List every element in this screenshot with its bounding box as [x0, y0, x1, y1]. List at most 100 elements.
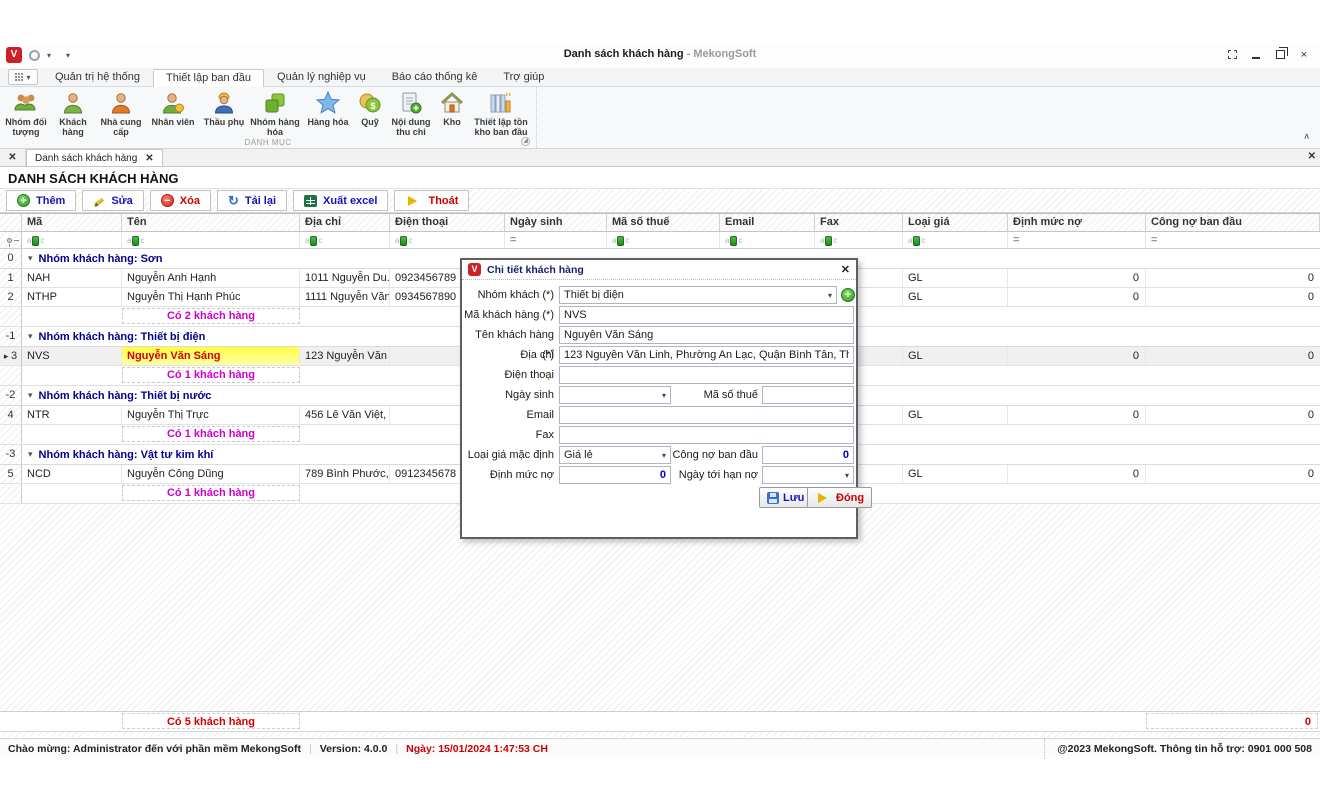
- dialog-title-bar[interactable]: V Chi tiết khách hàng ✕: [462, 260, 856, 280]
- tax-code-field[interactable]: [762, 386, 854, 404]
- row-indicator: 2: [0, 288, 22, 306]
- page-title: DANH SÁCH KHÁCH HÀNG: [0, 167, 1320, 188]
- field-label-email: Email: [462, 405, 554, 425]
- filter-ten[interactable]: [122, 232, 300, 248]
- total-summary: Có 5 khách hàng: [122, 713, 300, 729]
- ribbon-item-hang-hoa[interactable]: Hàng hóa: [302, 89, 354, 128]
- export-excel-button[interactable]: Xuất excel: [293, 190, 388, 211]
- cell-ma: NTHP: [22, 288, 122, 306]
- delete-button[interactable]: −Xóa: [150, 190, 211, 211]
- text-filter-icon: [612, 233, 629, 248]
- tab-close-icon[interactable]: ✕: [145, 153, 153, 164]
- column-header-fax[interactable]: Fax: [815, 214, 903, 231]
- collapse-triangle-icon[interactable]: ▾: [28, 390, 33, 401]
- customer-code-field[interactable]: [559, 306, 854, 324]
- close-button[interactable]: ×: [1298, 49, 1310, 60]
- fax-field[interactable]: [559, 426, 854, 444]
- phone-field[interactable]: [559, 366, 854, 384]
- ribbon-item-kho[interactable]: Kho: [436, 89, 468, 128]
- minimize-button[interactable]: [1250, 49, 1262, 60]
- equals-filter-icon: [510, 234, 516, 246]
- grid-bottom-edge: [0, 732, 1320, 737]
- cell-ten: Nguyễn Thị Hạnh Phúc: [122, 288, 300, 306]
- tab-strip-close-icon[interactable]: ✕: [1308, 151, 1316, 162]
- due-date-combo[interactable]: ▾: [762, 466, 854, 484]
- initial-debt-field[interactable]: [762, 446, 854, 464]
- fullscreen-button[interactable]: [1226, 49, 1238, 60]
- cell-cong-no: 0: [1146, 269, 1320, 287]
- group-dialog-launcher-icon[interactable]: ◢: [521, 137, 530, 146]
- filter-email[interactable]: [720, 232, 815, 248]
- equals-filter-icon: [1013, 234, 1019, 246]
- tab-bao-cao-thong-ke[interactable]: Báo cáo thống kê: [379, 68, 491, 86]
- customer-detail-dialog: V Chi tiết khách hàng ✕ Nhóm khách (*) T…: [460, 258, 858, 539]
- tab-quan-ly-nghiep-vu[interactable]: Quản lý nghiệp vụ: [264, 68, 379, 86]
- tab-quan-tri-he-thong[interactable]: Quản trị hệ thống: [42, 68, 153, 86]
- restore-button[interactable]: [1274, 49, 1286, 60]
- add-button[interactable]: +Thêm: [6, 190, 76, 211]
- filter-loai-gia[interactable]: [903, 232, 1008, 248]
- grid-toolbar: +Thêm Sửa −Xóa ↻Tải lại Xuất excel Thoát: [0, 188, 1320, 213]
- text-filter-icon: [127, 233, 144, 248]
- field-label-cong-no-ban-dau: Công nợ ban đầu: [612, 445, 758, 465]
- filter-ma[interactable]: [22, 232, 122, 248]
- cell-loai-gia: GL: [903, 347, 1008, 365]
- column-header-ma[interactable]: Mã: [22, 214, 122, 231]
- column-header-ngay-sinh[interactable]: Ngày sinh: [505, 214, 607, 231]
- filter-cong-no[interactable]: [1146, 232, 1320, 248]
- ribbon-item-thiet-lap-ton-kho[interactable]: Thiết lập tồn kho ban đầu: [468, 89, 534, 139]
- ribbon-item-nhom-doi-tuong[interactable]: Nhóm đối tượng: [2, 89, 50, 139]
- group-label: Nhóm khách hàng: Thiết bị điện: [39, 331, 206, 343]
- column-header-dien-thoai[interactable]: Điện thoại: [390, 214, 505, 231]
- collapse-triangle-icon[interactable]: ▾: [28, 449, 33, 460]
- column-header-dinh-muc-no[interactable]: Định mức nợ: [1008, 214, 1146, 231]
- filter-dia-chi[interactable]: [300, 232, 390, 248]
- ribbon-collapse-icon[interactable]: ∧: [1303, 131, 1310, 142]
- column-header-ten[interactable]: Tên: [122, 214, 300, 231]
- edit-button[interactable]: Sửa: [82, 190, 143, 211]
- document-tab-active[interactable]: Danh sách khách hàng ✕: [26, 149, 163, 166]
- ribbon-item-noi-dung-thu-chi[interactable]: Nội dung thu chi: [386, 89, 436, 139]
- column-header-loai-gia[interactable]: Loại giá: [903, 214, 1008, 231]
- refresh-icon: ↻: [228, 194, 239, 207]
- save-button[interactable]: Lưu: [759, 487, 812, 508]
- app-menu-button[interactable]: ▾: [8, 69, 38, 85]
- dialog-close-icon[interactable]: ✕: [841, 263, 850, 276]
- filter-dien-thoai[interactable]: [390, 232, 505, 248]
- field-label-fax: Fax: [462, 425, 554, 445]
- collapse-triangle-icon[interactable]: ▾: [28, 331, 33, 342]
- collapse-triangle-icon[interactable]: ▾: [28, 253, 33, 264]
- ribbon-item-nhan-vien[interactable]: Nhân viên: [146, 89, 200, 128]
- ribbon-item-khach-hang[interactable]: Khách hàng: [50, 89, 96, 139]
- ribbon-item-nha-cung-cap[interactable]: Nhà cung cấp: [96, 89, 146, 139]
- column-header-cong-no-ban-dau[interactable]: Công nợ ban đầu: [1146, 214, 1320, 231]
- exit-button[interactable]: Thoát: [394, 190, 469, 211]
- warehouse-house-icon: [439, 90, 465, 116]
- customer-name-field[interactable]: [559, 326, 854, 344]
- column-header-dia-chi[interactable]: Địa chỉ: [300, 214, 390, 231]
- email-field[interactable]: [559, 406, 854, 424]
- ribbon-item-thau-phu[interactable]: Thầu phụ: [200, 89, 248, 128]
- filter-fax[interactable]: [815, 232, 903, 248]
- filter-dinh-muc-no[interactable]: [1008, 232, 1146, 248]
- column-header-ma-so-thue[interactable]: Mã số thuế: [607, 214, 720, 231]
- add-group-button[interactable]: +: [841, 288, 855, 302]
- filter-ngay-sinh[interactable]: [505, 232, 607, 248]
- address-field[interactable]: [559, 346, 854, 364]
- product-star-icon: [315, 90, 341, 116]
- ribbon-item-quy[interactable]: $ Quỹ: [354, 89, 386, 128]
- close-all-tabs-button[interactable]: ✕: [0, 149, 26, 166]
- tab-thiet-lap-ban-dau[interactable]: Thiết lập ban đầu: [153, 69, 264, 87]
- ribbon-item-nhom-hang-hoa[interactable]: Nhóm hàng hóa: [248, 89, 302, 139]
- income-expense-doc-icon: [398, 90, 424, 116]
- filter-ma-so-thue[interactable]: [607, 232, 720, 248]
- cell-dinh-muc-no: 0: [1008, 269, 1146, 287]
- dialog-close-button[interactable]: Đóng: [807, 487, 872, 508]
- group-summary: Có 1 khách hàng: [122, 485, 300, 501]
- column-header-email[interactable]: Email: [720, 214, 815, 231]
- tab-tro-giup[interactable]: Trợ giúp: [490, 68, 557, 86]
- row-indicator: 1: [0, 269, 22, 287]
- customer-group-combo[interactable]: Thiết bị điện ▾: [559, 286, 837, 304]
- ribbon-tab-bar: ▾ Quản trị hệ thống Thiết lập ban đầu Qu…: [0, 68, 1320, 87]
- reload-button[interactable]: ↻Tải lại: [217, 190, 287, 211]
